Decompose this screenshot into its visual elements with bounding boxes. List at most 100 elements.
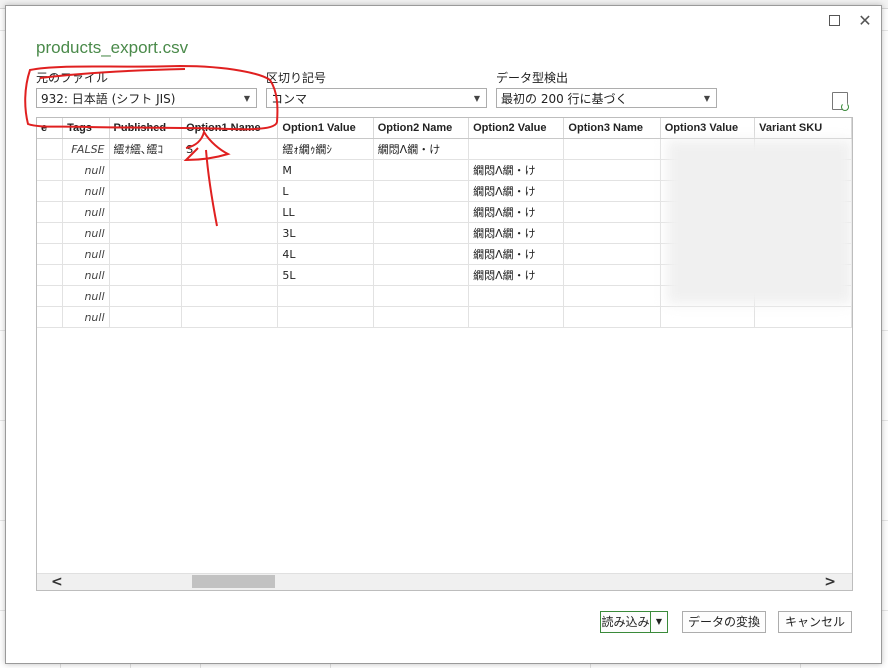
cell: null <box>62 243 110 265</box>
cell <box>37 285 64 307</box>
cell <box>181 306 279 328</box>
cell <box>109 264 183 286</box>
close-icon[interactable]: ✕ <box>858 13 872 29</box>
cell: FALSE <box>62 138 110 160</box>
source-file-label: 元のファイル <box>36 71 109 85</box>
column-header[interactable]: e <box>37 118 64 139</box>
cell <box>181 180 279 202</box>
column-header[interactable]: Published <box>109 118 183 139</box>
cell <box>181 285 279 307</box>
cell <box>181 159 279 181</box>
cell <box>109 285 183 307</box>
csv-import-dialog: ✕ products_export.csv 元のファイル 932: 日本語 (シ… <box>5 5 882 664</box>
cell <box>754 306 852 328</box>
cell: 繝悶Λ繝・け <box>373 138 470 160</box>
cell <box>109 201 183 223</box>
cell: S <box>181 138 279 160</box>
scrollbar-thumb[interactable] <box>192 575 275 588</box>
cell: 3L <box>277 222 374 244</box>
table-row: null <box>37 306 852 328</box>
cell <box>563 222 661 244</box>
cell: LL <box>277 201 374 223</box>
cell: 繧ｵ繧､繧ｺ <box>109 138 183 160</box>
cell <box>373 222 470 244</box>
cell: null <box>62 180 110 202</box>
cell <box>563 159 661 181</box>
load-button[interactable]: 読み込み <box>600 611 650 633</box>
cell: 繝悶Λ繝・け <box>468 243 565 265</box>
data-type-detection-label: データ型検出 <box>496 71 569 85</box>
delimiter-label: 区切り記号 <box>266 71 327 85</box>
cell <box>373 201 470 223</box>
cell <box>37 243 64 265</box>
cell <box>563 180 661 202</box>
data-type-detection-select[interactable]: 最初の 200 行に基づく ▼ <box>496 88 717 108</box>
column-header[interactable]: Option3 Name <box>563 118 661 139</box>
column-header[interactable]: Option1 Value <box>277 118 374 139</box>
column-header[interactable]: Option2 Value <box>468 118 565 139</box>
cell <box>373 180 470 202</box>
cell: 5L <box>277 264 374 286</box>
cell <box>37 201 64 223</box>
refresh-icon[interactable] <box>832 92 849 111</box>
cell <box>37 264 64 286</box>
redacted-area <box>667 140 852 304</box>
transform-data-button[interactable]: データの変換 <box>682 611 766 633</box>
delimiter-value: コンマ <box>271 92 308 106</box>
cell <box>109 222 183 244</box>
column-header[interactable]: Tags <box>62 118 110 139</box>
scroll-left-icon[interactable]: < <box>51 574 63 590</box>
cell: 繝悶Λ繝・け <box>468 201 565 223</box>
cell: 繝悶Λ繝・け <box>468 222 565 244</box>
cancel-button[interactable]: キャンセル <box>778 611 852 633</box>
cell <box>109 180 183 202</box>
cell: null <box>62 285 110 307</box>
chevron-down-icon: ▼ <box>243 94 250 103</box>
column-header[interactable]: Option2 Name <box>373 118 470 139</box>
cell <box>277 285 374 307</box>
preview-grid: e Tags Published Option1 Name Option1 Va… <box>36 117 853 591</box>
cell: 繧ｫ繝ｩ繝ｼ <box>277 138 374 160</box>
cell <box>181 264 279 286</box>
source-file-value: 932: 日本語 (シフト JIS) <box>41 92 176 106</box>
cell <box>373 243 470 265</box>
cell <box>181 201 279 223</box>
cell <box>563 285 661 307</box>
cell <box>468 138 565 160</box>
cell <box>37 306 64 328</box>
cell <box>37 138 64 160</box>
data-type-detection-value: 最初の 200 行に基づく <box>501 92 628 106</box>
cell: null <box>62 201 110 223</box>
cell: null <box>62 264 110 286</box>
source-file-select[interactable]: 932: 日本語 (シフト JIS) ▼ <box>36 88 257 108</box>
chevron-down-icon: ▼ <box>703 94 710 103</box>
cell <box>468 285 565 307</box>
cell <box>660 306 756 328</box>
cell: null <box>62 159 110 181</box>
cell: null <box>62 222 110 244</box>
cell: M <box>277 159 374 181</box>
cell <box>563 201 661 223</box>
load-dropdown-button[interactable]: ▼ <box>650 611 668 633</box>
cell: null <box>62 306 110 328</box>
cell <box>563 243 661 265</box>
horizontal-scrollbar[interactable]: < > <box>37 573 852 590</box>
cell <box>109 306 183 328</box>
cell <box>563 138 661 160</box>
cell: 繝悶Λ繝・け <box>468 159 565 181</box>
column-header[interactable]: Variant SKU <box>754 118 852 139</box>
cell <box>563 264 661 286</box>
column-header[interactable]: Option1 Name <box>181 118 279 139</box>
scroll-right-icon[interactable]: > <box>824 574 836 590</box>
maximize-icon[interactable] <box>828 14 842 28</box>
cell <box>37 180 64 202</box>
cell <box>181 222 279 244</box>
chevron-down-icon: ▼ <box>655 617 663 626</box>
column-header[interactable]: Option3 Value <box>660 118 756 139</box>
cell <box>37 222 64 244</box>
chevron-down-icon: ▼ <box>473 94 480 103</box>
cell: 繝悶Λ繝・け <box>468 264 565 286</box>
dialog-title: products_export.csv <box>36 38 189 57</box>
cell <box>563 306 661 328</box>
delimiter-select[interactable]: コンマ ▼ <box>266 88 487 108</box>
